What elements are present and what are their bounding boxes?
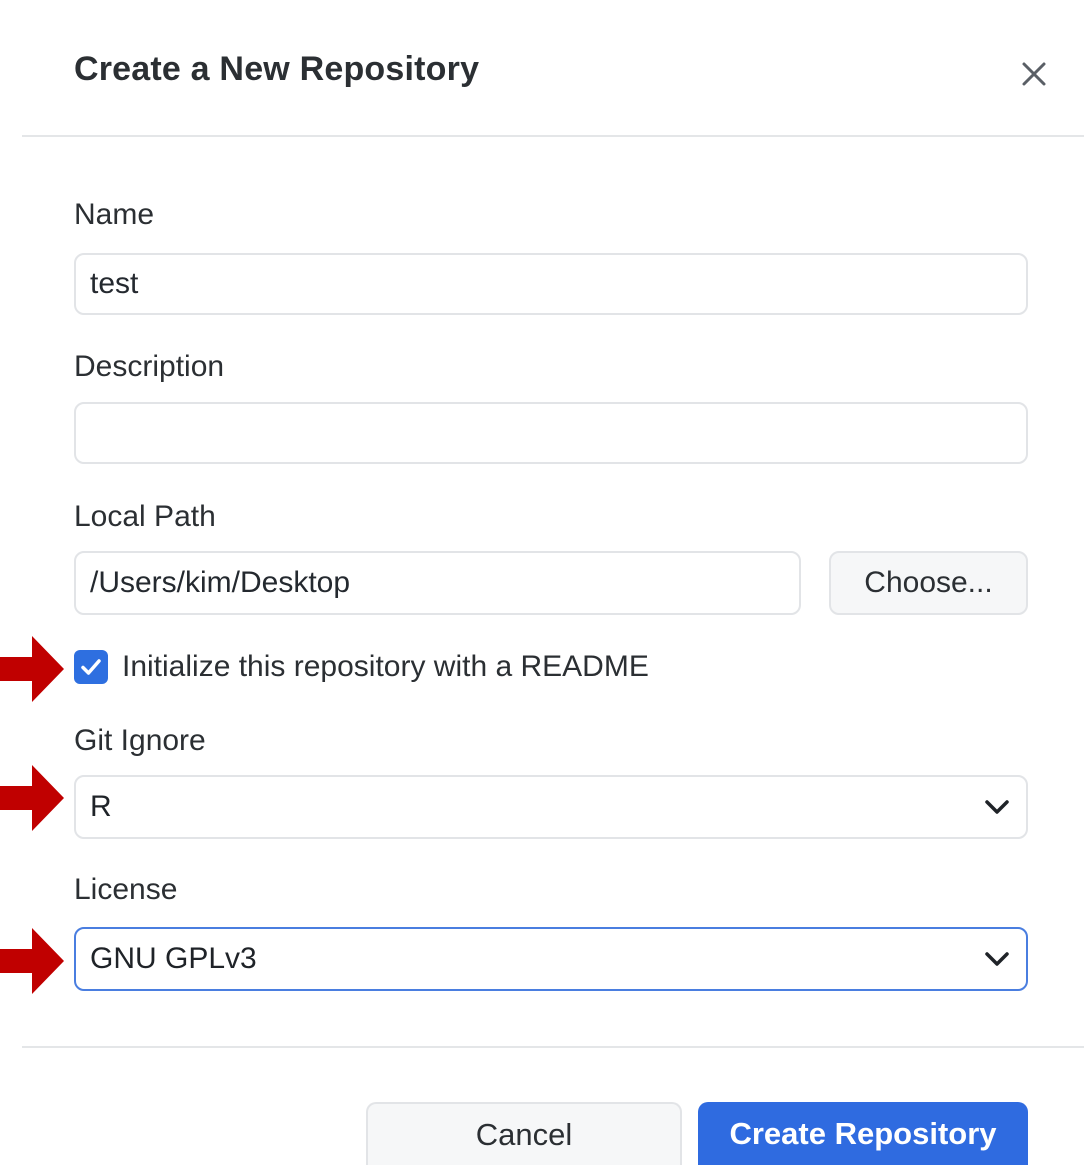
git-ignore-select[interactable]: R: [74, 775, 1028, 839]
license-select[interactable]: GNU GPLv3: [74, 927, 1028, 991]
chevron-down-icon: [982, 792, 1012, 822]
git-ignore-label: Git Ignore: [74, 724, 206, 757]
description-label: Description: [74, 350, 225, 383]
license-label: License: [74, 873, 178, 906]
checkmark-icon: [81, 659, 101, 675]
local-path-input[interactable]: [74, 551, 801, 615]
name-input[interactable]: [74, 253, 1028, 315]
close-icon: [1022, 62, 1046, 86]
footer-divider: [22, 1046, 1084, 1048]
readme-checkbox-label: Initialize this repository with a README: [122, 650, 649, 683]
create-repository-button[interactable]: Create Repository: [698, 1102, 1028, 1165]
name-label: Name: [74, 198, 155, 231]
annotation-arrow-icon: [0, 928, 64, 994]
cancel-button[interactable]: Cancel: [366, 1102, 682, 1165]
annotation-arrow-icon: [0, 765, 64, 831]
choose-path-button[interactable]: Choose...: [829, 551, 1028, 615]
new-repository-dialog: Create a New Repository Name Description…: [0, 0, 1084, 1165]
dialog-title: Create a New Repository: [74, 50, 480, 88]
annotation-arrow-icon: [0, 636, 64, 702]
license-selected-value: GNU GPLv3: [90, 942, 257, 975]
readme-checkbox-row: Initialize this repository with a README: [74, 647, 649, 687]
header-divider: [22, 135, 1084, 137]
chevron-down-icon: [982, 944, 1012, 974]
git-ignore-selected-value: R: [90, 790, 112, 823]
description-input[interactable]: [74, 402, 1028, 464]
local-path-label: Local Path: [74, 500, 216, 533]
readme-checkbox[interactable]: [74, 650, 108, 684]
close-button[interactable]: [1012, 52, 1056, 96]
